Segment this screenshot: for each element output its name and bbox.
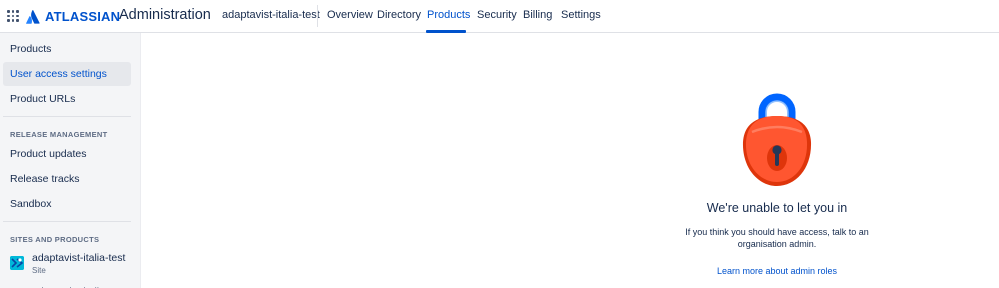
sidebar-item-sandbox[interactable]: Sandbox: [3, 192, 131, 216]
atlassian-logo[interactable]: ATLASSIAN: [26, 7, 120, 25]
site-type: Site: [32, 266, 46, 275]
tab-directory[interactable]: Directory: [377, 9, 421, 21]
message-line-2: organisation admin.: [737, 239, 817, 249]
tab-products[interactable]: Products: [427, 9, 470, 21]
product-title: Administration: [119, 7, 211, 23]
sidebar-divider: [3, 116, 131, 117]
sidebar-item-product-urls[interactable]: Product URLs: [3, 87, 131, 111]
sidebar-item-user-access-settings[interactable]: User access settings: [3, 62, 131, 86]
atlassian-wordmark: ATLASSIAN: [45, 8, 121, 24]
release-management-heading: RELEASE MANAGEMENT: [10, 130, 108, 139]
sidebar-item-release-tracks[interactable]: Release tracks: [3, 167, 131, 191]
site-logo-icon: [10, 256, 24, 270]
app-switcher-grid-icon[interactable]: [7, 10, 19, 22]
atlassian-mark-icon: [26, 9, 40, 24]
site-item[interactable]: adaptavist-italia-test Site: [10, 252, 135, 278]
access-denied-title: We're unable to let you in: [706, 201, 848, 215]
access-denied-message: If you think you should have access, tal…: [677, 226, 877, 250]
site-name: adaptavist-italia-test: [32, 252, 126, 264]
nav-divider: [317, 5, 318, 27]
message-line-1: If you think you should have access, tal…: [685, 227, 869, 237]
sidebar: Products User access settings Product UR…: [0, 33, 141, 288]
sidebar-item-products[interactable]: Products: [3, 37, 131, 61]
padlock-icon: [742, 93, 812, 186]
sites-and-products-heading: SITES AND PRODUCTS: [10, 235, 100, 244]
tab-billing[interactable]: Billing: [523, 9, 552, 21]
learn-more-admin-roles-link[interactable]: Learn more about admin roles: [677, 266, 877, 276]
top-navigation: ATLASSIAN Administration adaptavist-ital…: [0, 0, 999, 33]
tab-security[interactable]: Security: [477, 9, 517, 21]
organization-name[interactable]: adaptavist-italia-test: [222, 9, 320, 21]
tab-overview[interactable]: Overview: [327, 9, 373, 21]
sidebar-divider: [3, 221, 131, 222]
sidebar-item-product-updates[interactable]: Product updates: [3, 142, 131, 166]
tab-settings[interactable]: Settings: [561, 9, 601, 21]
